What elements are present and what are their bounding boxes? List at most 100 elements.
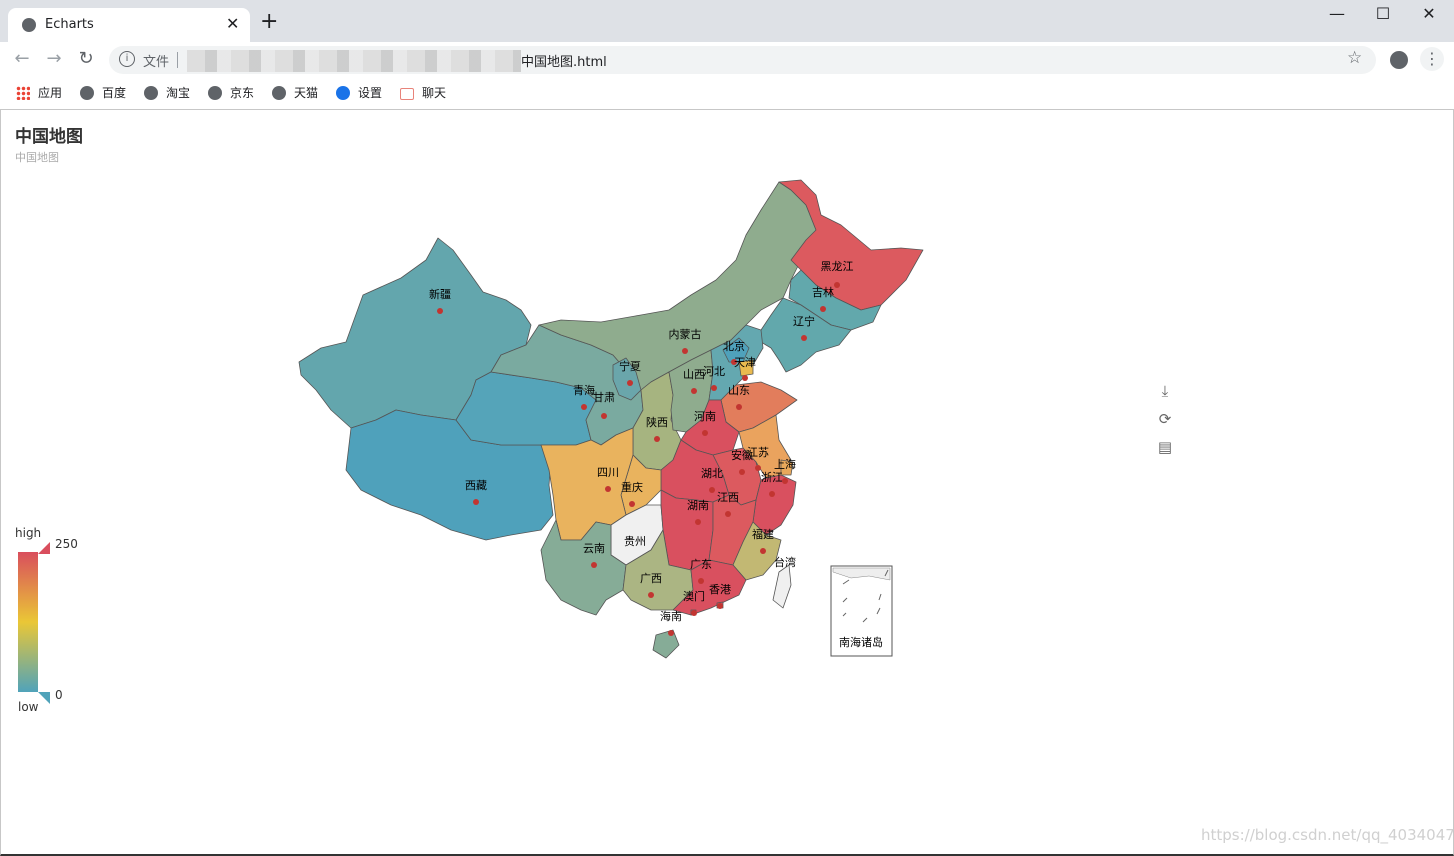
province-marker[interactable] [736, 404, 742, 410]
province-marker[interactable] [654, 436, 660, 442]
province-label: 重庆 [621, 480, 643, 494]
province-label: 河北 [703, 365, 725, 378]
bookmark-taobao[interactable]: 淘宝 [144, 84, 190, 102]
visual-map-max: 250 [55, 537, 78, 551]
province-label: 湖南 [687, 499, 709, 512]
province-label: 黑龙江 [821, 260, 854, 273]
province-marker[interactable] [698, 578, 704, 584]
bookmark-settings[interactable]: 设置 [336, 84, 382, 102]
province-label: 福建 [752, 527, 774, 541]
bookmark-baidu[interactable]: 百度 [80, 84, 126, 102]
globe-icon [80, 86, 94, 100]
province-marker[interactable] [755, 465, 761, 471]
province-14[interactable] [652, 629, 680, 659]
province-label: 江西 [717, 491, 739, 504]
province-marker[interactable] [591, 562, 597, 568]
province-marker[interactable] [691, 388, 697, 394]
province-marker[interactable] [437, 308, 443, 314]
menu-icon[interactable]: ⋮ [1420, 47, 1444, 71]
restore-icon[interactable]: ⟳ [1154, 408, 1176, 430]
province-label: 宁夏 [619, 359, 641, 373]
maximize-button[interactable]: ☐ [1360, 4, 1406, 23]
close-window-button[interactable]: ✕ [1406, 4, 1452, 23]
minimize-button[interactable]: — [1314, 4, 1360, 23]
province-marker[interactable] [725, 511, 731, 517]
province-marker[interactable] [769, 491, 775, 497]
globe-icon [272, 86, 286, 100]
province-marker[interactable] [820, 306, 826, 312]
globe-icon [144, 86, 158, 100]
new-tab-button[interactable]: + [260, 11, 278, 33]
province-label: 北京 [723, 339, 745, 353]
province-marker[interactable] [711, 385, 717, 391]
province-marker[interactable] [709, 487, 715, 493]
province-marker[interactable] [742, 375, 748, 381]
globe-icon [208, 86, 222, 100]
province-label: 海南 [660, 609, 682, 623]
tab-title: Echarts [45, 17, 94, 32]
province-label: 青海 [573, 383, 595, 397]
map-toolbox: ⤓ ⟳ ▤ [1154, 380, 1176, 464]
province-marker[interactable] [834, 282, 840, 288]
browser-tab[interactable]: Echarts ✕ [8, 8, 250, 42]
page-content: 中国地图 中国地图 南海诸岛 黑龙江 吉林 辽宁 内蒙古 新疆 西藏 青海 甘肃… [0, 110, 1454, 856]
bookmark-chat[interactable]: 聊天 [400, 84, 446, 102]
province-marker[interactable] [601, 413, 607, 419]
visual-map-gradient-bar[interactable] [18, 552, 38, 692]
province-marker[interactable] [782, 478, 788, 484]
tab-close-icon[interactable]: ✕ [226, 14, 239, 33]
bookmark-apps[interactable]: 应用 [16, 84, 62, 102]
province-label: 云南 [583, 542, 605, 555]
province-label: 上海 [774, 457, 796, 471]
url-text: 中国地图.html [521, 55, 607, 70]
profile-icon[interactable] [1390, 51, 1408, 69]
data-view-icon[interactable]: ▤ [1154, 436, 1176, 458]
province-label: 广东 [690, 558, 712, 571]
province-marker[interactable] [581, 404, 587, 410]
back-arrow-icon[interactable]: ← [10, 48, 34, 69]
province-marker[interactable] [760, 548, 766, 554]
province-label: 湖北 [701, 467, 723, 480]
forward-arrow-icon[interactable]: → [42, 48, 66, 69]
province-label: 吉林 [812, 285, 834, 299]
address-bar[interactable]: i 文件 中国地图.html ☆ [109, 46, 1376, 74]
info-icon[interactable]: i [119, 51, 135, 67]
visual-map-low-label: low [18, 700, 39, 714]
province-label: 陕西 [646, 415, 668, 429]
bookmark-jd[interactable]: 京东 [208, 84, 254, 102]
browser-toolbar: ← → ↻ i 文件 中国地图.html ☆ ⋮ [0, 42, 1454, 78]
globe-icon [22, 18, 36, 32]
province-marker[interactable] [473, 499, 479, 505]
south-china-sea-label: 南海诸岛 [839, 635, 883, 649]
china-map[interactable]: 南海诸岛 黑龙江吉林辽宁内蒙古 新疆西藏 青海甘肃 宁夏四川云南 贵州广西 广东海南 湖南 湖… [1, 110, 1453, 854]
province-label: 四川 [597, 466, 619, 479]
province-marker[interactable] [695, 519, 701, 525]
province-marker[interactable] [702, 430, 708, 436]
province-marker[interactable] [668, 630, 674, 636]
province-marker[interactable] [627, 380, 633, 386]
gear-icon [336, 86, 350, 100]
download-icon[interactable]: ⤓ [1154, 380, 1176, 402]
province-marker[interactable] [682, 348, 688, 354]
province-marker[interactable] [648, 592, 654, 598]
province-marker[interactable] [691, 610, 697, 616]
province-31[interactable] [772, 564, 792, 609]
province-marker[interactable] [605, 486, 611, 492]
watermark: https://blog.csdn.net/qq_40340478 [1201, 826, 1454, 844]
province-marker[interactable] [717, 603, 723, 609]
range-handle-top[interactable] [38, 542, 50, 554]
province-label: 贵州 [624, 535, 646, 548]
scheme-label: 文件 [143, 55, 170, 70]
range-handle-bottom[interactable] [38, 692, 50, 704]
chat-icon [400, 88, 414, 100]
province-marker[interactable] [801, 335, 807, 341]
province-label: 台湾 [774, 555, 796, 569]
province-label: 甘肃 [593, 391, 615, 404]
province-marker[interactable] [629, 501, 635, 507]
blurred-url-segment [187, 50, 521, 72]
reload-icon[interactable]: ↻ [74, 48, 98, 69]
tab-strip: Echarts ✕ + — ☐ ✕ [0, 0, 1454, 42]
province-marker[interactable] [739, 469, 745, 475]
bookmark-tmall[interactable]: 天猫 [272, 84, 318, 102]
star-icon[interactable]: ☆ [1347, 48, 1362, 68]
